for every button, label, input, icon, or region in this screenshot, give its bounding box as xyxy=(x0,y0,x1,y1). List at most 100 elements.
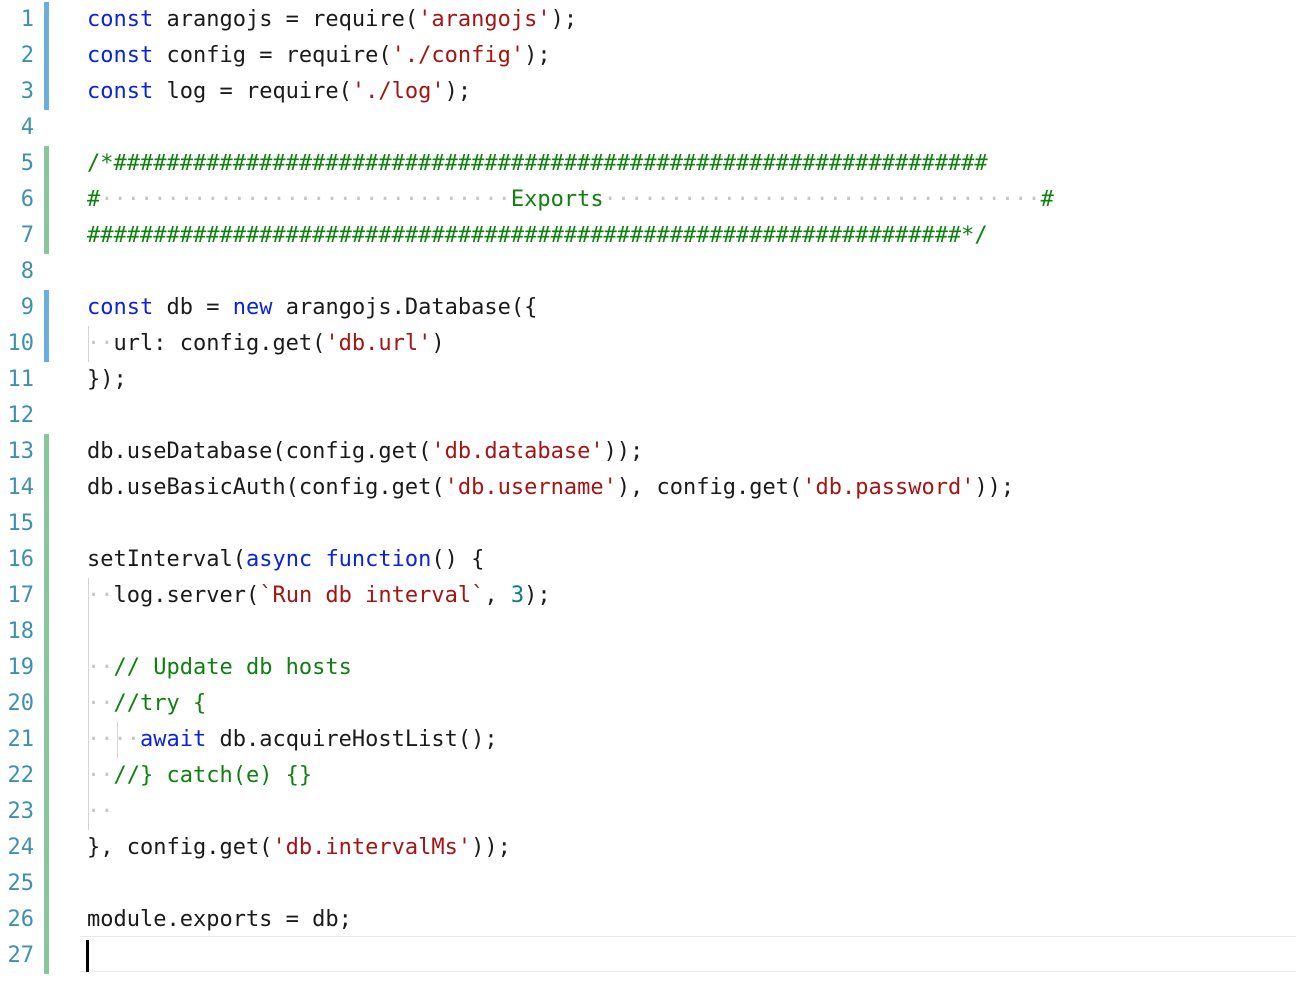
code-text: ····await db.acquireHostList(); xyxy=(87,722,498,758)
code-line[interactable]: 21 ····await db.acquireHostList(); xyxy=(0,722,1296,758)
line-number: 8 xyxy=(20,259,34,284)
code-line[interactable]: 13 db.useDatabase(config.get('db.database… xyxy=(0,434,1296,470)
code-token: 'db.username' xyxy=(444,475,617,500)
code-token: arangojs = require( xyxy=(153,7,419,32)
code-line[interactable]: 14 db.useBasicAuth(config.get('db.usernam… xyxy=(0,470,1296,506)
code-editor[interactable]: 1 const arangojs = require('arangojs'); 2 c… xyxy=(0,0,1296,986)
whitespace-marker: ···· xyxy=(87,727,140,752)
code-token: # xyxy=(87,187,101,212)
added-line-marker xyxy=(44,434,49,470)
code-token: ); xyxy=(444,79,472,104)
code-token: 'db.url' xyxy=(325,331,432,356)
code-line[interactable]: 12 xyxy=(0,398,1296,434)
code-token: const xyxy=(87,7,154,32)
code-line[interactable]: 7 #######################################… xyxy=(0,218,1296,254)
line-number: 23 xyxy=(7,799,35,824)
added-line-marker xyxy=(44,758,49,794)
whitespace-marker: ·· xyxy=(87,763,114,788)
code-text: const db = new arangojs.Database({ xyxy=(87,290,537,326)
code-token: arangojs.Database({ xyxy=(272,295,538,320)
code-token: const xyxy=(87,295,154,320)
code-line[interactable]: 3 const log = require('./log'); xyxy=(0,74,1296,110)
code-line[interactable]: 4 xyxy=(0,110,1296,146)
modified-line-marker xyxy=(44,2,49,38)
code-token: /*######################################… xyxy=(87,151,988,176)
code-token: const xyxy=(87,79,154,104)
indent-guide xyxy=(88,578,89,614)
current-line-highlight xyxy=(80,936,1296,972)
code-line[interactable]: 24}, config.get('db.intervalMs')); xyxy=(0,830,1296,866)
indent-guide xyxy=(117,722,118,758)
line-number: 3 xyxy=(20,79,34,104)
code-token: 'db.password' xyxy=(802,475,975,500)
code-token: ); xyxy=(550,7,578,32)
line-number: 4 xyxy=(20,115,34,140)
code-line[interactable]: 10 ··url: config.get('db.url') xyxy=(0,326,1296,362)
line-number: 22 xyxy=(7,763,35,788)
code-token: log.server( xyxy=(113,583,260,608)
line-number: 25 xyxy=(7,871,35,896)
text-cursor xyxy=(86,940,89,972)
code-text: #·······························Exports·… xyxy=(87,182,1054,218)
code-text: const log = require('./log'); xyxy=(87,74,471,110)
line-number: 9 xyxy=(20,295,34,320)
code-text: ··//} catch(e) {} xyxy=(87,758,312,794)
code-token: ); xyxy=(524,43,551,68)
code-token: './config' xyxy=(391,43,525,68)
code-line[interactable]: 6 #·······························Exports… xyxy=(0,182,1296,218)
line-number: 17 xyxy=(7,583,35,608)
code-line[interactable]: 22 ··//} catch(e) {} xyxy=(0,758,1296,794)
line-number: 27 xyxy=(7,943,35,968)
code-token: db.acquireHostList(); xyxy=(206,727,498,752)
whitespace-marker: ·· xyxy=(87,655,114,680)
code-line[interactable]: 11}); xyxy=(0,362,1296,398)
code-token: 'db.database' xyxy=(431,439,604,464)
indent-guide xyxy=(88,686,89,722)
code-line[interactable]: 1 const arangojs = require('arangojs'); xyxy=(0,2,1296,38)
code-text: db.useDatabase(config.get('db.database')… xyxy=(87,434,643,470)
indent-guide xyxy=(88,758,89,794)
code-line[interactable]: 19 ··// Update db hosts xyxy=(0,650,1296,686)
code-token: function xyxy=(325,547,432,572)
code-text: ########################################… xyxy=(87,218,988,254)
line-number: 13 xyxy=(7,439,35,464)
code-line[interactable]: 8 xyxy=(0,254,1296,290)
line-number: 1 xyxy=(20,7,34,32)
added-line-marker xyxy=(44,794,49,830)
code-line[interactable]: 18 xyxy=(0,614,1296,650)
code-line[interactable]: 2 const config = require('./config'); xyxy=(0,38,1296,74)
code-text: ··log.server(`Run db interval`, 3); xyxy=(87,578,551,614)
code-text: setInterval(async function() { xyxy=(87,542,484,578)
code-line[interactable]: 15 xyxy=(0,506,1296,542)
added-line-marker xyxy=(44,218,49,254)
code-text: ··//try { xyxy=(87,686,206,722)
line-number: 19 xyxy=(7,655,35,680)
code-line[interactable]: 25 xyxy=(0,866,1296,902)
code-token: )); xyxy=(603,439,644,464)
code-token: # xyxy=(1040,187,1054,212)
code-text: db.useBasicAuth(config.get('db.username'… xyxy=(87,470,1014,506)
code-token: 'arangojs' xyxy=(418,7,551,32)
code-token: ); xyxy=(524,583,551,608)
code-token: 'db.intervalMs' xyxy=(272,835,472,860)
code-line[interactable]: 16 setInterval(async function() { xyxy=(0,542,1296,578)
code-text: ··url: config.get('db.url') xyxy=(87,326,445,362)
code-text: /*######################################… xyxy=(87,146,988,182)
indent-guide xyxy=(88,650,89,686)
code-line[interactable]: 26 module.exports = db; xyxy=(0,902,1296,938)
modified-line-marker xyxy=(44,38,49,74)
code-line[interactable]: 9 const db = new arangojs.Database({ xyxy=(0,290,1296,326)
whitespace-marker: ·· xyxy=(87,583,114,608)
code-line[interactable]: 23 ·· xyxy=(0,794,1296,830)
code-token: setInterval( xyxy=(87,547,246,572)
code-text: }, config.get('db.intervalMs')); xyxy=(87,830,511,866)
code-line[interactable]: 17 ··log.server(`Run db interval`, 3); xyxy=(0,578,1296,614)
code-line[interactable]: 5 /*#####################################… xyxy=(0,146,1296,182)
added-line-marker xyxy=(44,578,49,614)
added-line-marker xyxy=(44,146,49,182)
code-text: ··// Update db hosts xyxy=(87,650,352,686)
added-line-marker xyxy=(44,866,49,902)
code-token: )); xyxy=(974,475,1015,500)
code-token: , xyxy=(484,583,511,608)
code-line[interactable]: 20 ··//try { xyxy=(0,686,1296,722)
